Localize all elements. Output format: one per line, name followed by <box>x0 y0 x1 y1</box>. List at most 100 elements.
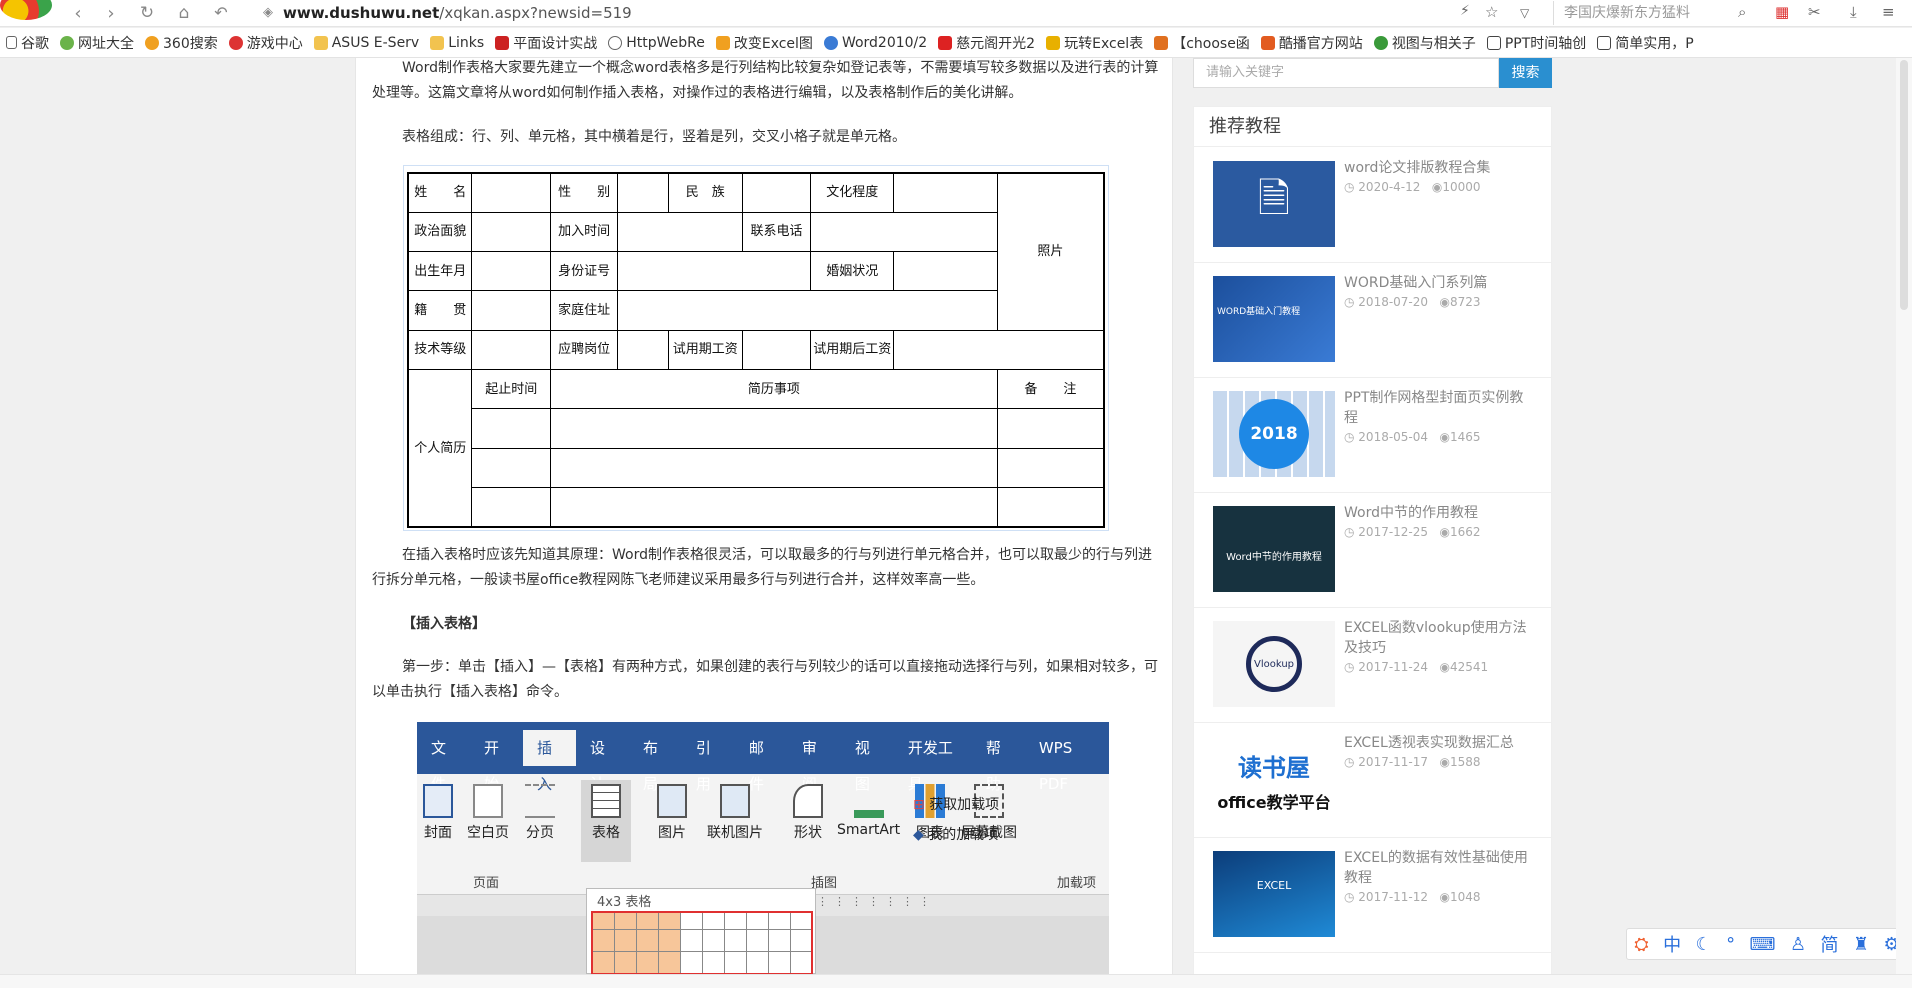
tutorial-item[interactable]: 读书屋 office教学平台 EXCEL透视表实现数据汇总 ◷ 2017-11-1… <box>1194 723 1551 838</box>
tutorial-date: 2017-11-24 <box>1358 660 1429 674</box>
tutorial-item[interactable]: 🗎 word论文排版教程合集 ◷ 2020-4-12 ◉10000 <box>1194 148 1551 263</box>
bookmark-item[interactable]: PPT时间轴创 <box>1486 33 1587 53</box>
tutorial-title[interactable]: EXCEL的数据有效性基础使用教程 <box>1344 848 1534 888</box>
scissors-icon[interactable]: ✂ <box>1808 3 1821 21</box>
sidebar-search-input[interactable]: 请输入关键字 <box>1193 58 1499 88</box>
bookmark-item[interactable]: Word2010/2 <box>823 35 927 51</box>
tutorial-item[interactable]: Vlookup EXCEL函数vlookup使用方法及技巧 ◷ 2017-11-… <box>1194 608 1551 723</box>
bookmark-item[interactable]: 网址大全 <box>60 33 134 53</box>
ribbon-addin-label: 我的加载项 <box>928 827 999 843</box>
tutorial-title[interactable]: word论文排版教程合集 <box>1344 158 1534 178</box>
form-label: 简历事项 <box>550 369 998 410</box>
bookmark-item[interactable]: 玩转Excel表 <box>1046 33 1143 53</box>
form-cell <box>996 447 1105 489</box>
form-cell <box>893 329 1105 371</box>
bookmark-item[interactable]: 改变Excel图 <box>715 33 813 53</box>
bookmark-item[interactable]: 视图与相关子 <box>1373 33 1476 53</box>
photo-cell: 照片 <box>996 172 1105 331</box>
form-label: 联系电话 <box>741 211 812 253</box>
bookmark-item[interactable]: 360搜索 <box>145 33 218 53</box>
search-icon[interactable]: ⌕ <box>1738 3 1746 21</box>
tutorial-thumbnail[interactable]: WORD基础入门教程 <box>1213 276 1335 362</box>
tutorial-thumbnail[interactable]: 读书屋 office教学平台 <box>1213 736 1335 822</box>
ime-toolbar[interactable]: ⛭ 中 ☾ ° ⌨ ♙ 简 ♜ ⚙ <box>1626 928 1908 960</box>
form-label: 技术等级 <box>407 329 473 371</box>
tutorial-title[interactable]: Word中节的作用教程 <box>1344 503 1534 523</box>
tutorial-item[interactable]: WORD基础入门教程 WORD基础入门系列篇 ◷ 2018-07-20 ◉872… <box>1194 263 1551 378</box>
form-cell <box>617 290 998 331</box>
tutorial-title[interactable]: WORD基础入门系列篇 <box>1344 273 1534 293</box>
tutorial-thumbnail[interactable]: 🗎 <box>1213 161 1335 247</box>
bookmark-item[interactable]: 平面设计实战 <box>495 33 597 53</box>
bookmark-item[interactable]: 酷播官方网站 <box>1260 33 1363 53</box>
back-icon[interactable]: ‹ <box>68 3 88 24</box>
tutorial-thumbnail[interactable]: 2018 <box>1213 391 1335 477</box>
form-cell <box>893 251 998 292</box>
grid-size-label: 4x3 表格 <box>597 895 652 910</box>
home-icon[interactable]: ⌂ <box>174 3 194 23</box>
tutorial-thumbnail[interactable]: EXCEL <box>1213 851 1335 937</box>
address-bar[interactable]: www.dushuwu.net/xqkan.aspx?newsid=519 <box>283 4 632 22</box>
lightning-icon[interactable]: ⚡ <box>1460 3 1470 19</box>
forward-icon[interactable]: › <box>101 3 121 24</box>
menu-icon[interactable]: ≡ <box>1882 3 1895 21</box>
scrollbar-thumb[interactable] <box>1900 60 1908 310</box>
bookmark-item[interactable]: 【choose函 <box>1154 33 1250 53</box>
tutorial-item[interactable]: EXCEL EXCEL的数据有效性基础使用教程 ◷ 2017-11-12 ◉10… <box>1194 838 1551 953</box>
ime-logo-icon[interactable]: ⛭ <box>1634 934 1648 955</box>
form-label: 试用期工资 <box>667 329 743 371</box>
table-grid-cells <box>591 911 813 975</box>
star-icon[interactable]: ☆ <box>1485 3 1498 21</box>
ime-chinese-toggle[interactable]: 中 <box>1663 931 1681 957</box>
online-picture-icon <box>720 784 750 818</box>
bookmark-label: PPT时间轴创 <box>1504 35 1587 52</box>
table-icon <box>591 784 621 818</box>
bookmark-item[interactable]: 简单实用，P <box>1597 33 1694 53</box>
download-icon[interactable]: ⤓ <box>1850 3 1857 21</box>
url-domain: www.dushuwu.net <box>283 4 440 22</box>
smartart-icon <box>853 784 884 818</box>
browser-logo-icon[interactable] <box>0 0 52 20</box>
bookmark-item[interactable]: 慈元阁开光2 <box>938 33 1035 53</box>
tutorial-date: 2018-05-04 <box>1358 430 1429 444</box>
form-cell <box>617 172 669 213</box>
bookmark-item[interactable]: Links <box>430 35 484 51</box>
tutorial-item[interactable]: 2018 PPT制作网格型封面页实例教程 ◷ 2018-05-04 ◉1465 <box>1194 378 1551 493</box>
undo-icon[interactable]: ↶ <box>211 3 231 22</box>
form-cell <box>893 172 998 213</box>
refresh-icon[interactable]: ↻ <box>137 3 157 23</box>
bookmarks-bar: 谷歌 网址大全 360搜索 游戏中心 ASUS E-Serv Links 平面设… <box>0 28 1912 58</box>
chevron-down-icon[interactable]: ▽ <box>1520 6 1529 20</box>
bookmark-item[interactable]: HttpWebRe <box>608 35 705 51</box>
tutorial-title[interactable]: PPT制作网格型封面页实例教程 <box>1344 388 1534 428</box>
bookmark-item[interactable]: 游戏中心 <box>228 33 303 53</box>
punctuation-icon[interactable]: ° <box>1726 934 1735 955</box>
bookmark-item[interactable]: ASUS E-Serv <box>313 35 419 51</box>
ime-simplified-toggle[interactable]: 简 <box>1821 931 1839 957</box>
bookmark-item[interactable]: 谷歌 <box>6 33 49 53</box>
tutorial-thumbnail[interactable]: Word中节的作用教程 <box>1213 506 1335 592</box>
tutorial-thumbnail[interactable]: Vlookup <box>1213 621 1335 707</box>
ribbon-smartart-button: SmartArt <box>837 784 900 838</box>
article-paragraph: Word制作表格大家要先建立一个概念word表格多是行列结构比较复杂如登记表等，… <box>372 60 1159 101</box>
tutorial-title[interactable]: EXCEL透视表实现数据汇总 <box>1344 733 1534 753</box>
vertical-scrollbar[interactable] <box>1896 58 1912 974</box>
browser-search-input[interactable]: 李国庆爆新东方猛料 <box>1553 1 1763 25</box>
ribbon-tab: WPS PDF <box>1038 739 1073 793</box>
tutorial-title[interactable]: EXCEL函数vlookup使用方法及技巧 <box>1344 618 1534 658</box>
tutorial-date: 2017-11-12 <box>1358 890 1429 904</box>
keyboard-icon[interactable]: ⌨ <box>1750 934 1776 955</box>
skin-icon[interactable]: ♜ <box>1853 934 1869 955</box>
ribbon-group-label: 页面 <box>473 876 500 891</box>
tutorial-item[interactable]: Word中节的作用教程 Word中节的作用教程 ◷ 2017-12-25 ◉16… <box>1194 493 1551 608</box>
moon-icon[interactable]: ☾ <box>1696 934 1712 955</box>
form-cell <box>471 447 552 489</box>
apps-icon[interactable]: ▦ <box>1775 3 1789 21</box>
ribbon-button-label: 形状 <box>794 825 822 841</box>
sidebar-search-button[interactable]: 搜索 <box>1499 58 1552 88</box>
globe-icon <box>60 35 74 50</box>
ribbon-addin-label: 获取加载项 <box>929 797 1000 813</box>
form-cell <box>550 487 998 528</box>
form-cell <box>471 290 552 331</box>
user-icon[interactable]: ♙ <box>1790 934 1806 955</box>
